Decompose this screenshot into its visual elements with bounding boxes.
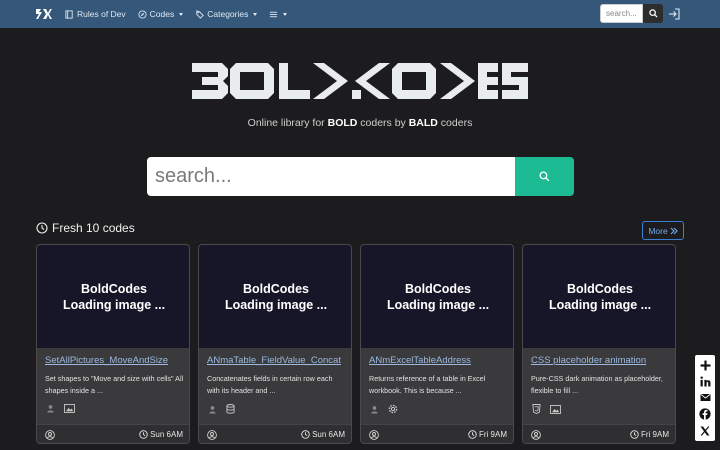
card-footer: Fri 9AM — [361, 424, 513, 443]
tagline-prefix: Online library for — [247, 117, 328, 129]
card-image-line2: Loading image ... — [386, 297, 490, 312]
card-timestamp: Fri 9AM — [630, 430, 669, 439]
card-title-link[interactable]: SetAllPictures_MoveAndSize — [45, 355, 185, 366]
linkedin-icon[interactable] — [698, 375, 712, 389]
card-description: Returns reference of a table in Excel wo… — [369, 374, 486, 395]
card-title-link[interactable]: ANmExcelTableAddress — [369, 355, 509, 366]
image-icon — [64, 404, 75, 413]
nav-search-button[interactable] — [643, 4, 663, 23]
clock-icon — [468, 430, 477, 439]
tagline: Online library for BOLD coders by BALD c… — [0, 117, 720, 129]
nav-more-menu[interactable] — [269, 10, 288, 19]
card-image-line1: BoldCodes — [405, 281, 471, 296]
nav-categories[interactable]: Categories — [195, 9, 258, 19]
sign-in-icon[interactable] — [668, 8, 680, 20]
card-time-text: Sun 6AM — [312, 430, 345, 439]
share-bar — [695, 355, 715, 441]
card-tags — [532, 404, 561, 414]
card-timestamp: Fri 9AM — [468, 430, 507, 439]
top-navbar: Rules of Dev Codes Categories — [0, 0, 720, 28]
chevron-down-icon — [283, 12, 288, 16]
hero-search-input[interactable] — [147, 157, 515, 196]
tagline-mid: coders by — [357, 117, 409, 129]
image-icon — [550, 404, 561, 414]
email-icon[interactable] — [698, 391, 712, 405]
tagline-bold-2: BALD — [408, 117, 438, 129]
plus-icon[interactable] — [698, 358, 712, 372]
book-icon — [65, 9, 73, 19]
card-tags — [46, 404, 75, 413]
more-label: More — [648, 225, 668, 236]
card-image-placeholder[interactable]: BoldCodes Loading image ... — [199, 245, 351, 348]
tagline-bold-1: BOLD — [327, 117, 358, 129]
card-image-placeholder[interactable]: BoldCodes Loading image ... — [361, 245, 513, 348]
search-icon — [648, 9, 658, 18]
card-time-text: Fri 9AM — [641, 430, 669, 439]
section-title-text: Fresh 10 codes — [52, 221, 135, 235]
code-card[interactable]: BoldCodes Loading image ... ANmExcelTabl… — [360, 244, 514, 444]
chevron-down-icon — [179, 12, 184, 16]
card-image-line2: Loading image ... — [548, 297, 652, 312]
user-icon — [47, 405, 54, 413]
more-button[interactable]: More — [642, 221, 684, 240]
compass-icon — [138, 9, 147, 19]
facebook-icon[interactable] — [698, 407, 712, 421]
card-time-text: Sun 6AM — [150, 430, 183, 439]
clock-icon — [630, 430, 639, 439]
brand-logo-icon[interactable] — [36, 9, 52, 19]
card-image-placeholder[interactable]: BoldCodes Loading image ... — [523, 245, 675, 348]
card-tags — [208, 404, 235, 414]
x-icon[interactable] — [698, 424, 712, 438]
card-image-placeholder[interactable]: BoldCodes Loading image ... — [37, 245, 189, 348]
hamburger-icon — [270, 11, 278, 17]
code-card[interactable]: BoldCodes Loading image ... SetAllPictur… — [36, 244, 190, 444]
card-time-text: Fri 9AM — [479, 430, 507, 439]
chevron-down-icon — [253, 12, 258, 16]
nav-rules-label: Rules of Dev — [77, 9, 126, 19]
nav-categories-label: Categories — [207, 9, 249, 19]
nav-codes[interactable]: Codes — [138, 9, 184, 19]
bold-codes-logo — [192, 63, 528, 99]
nav-search-input[interactable] — [600, 4, 643, 23]
double-chevron-right-icon — [670, 227, 678, 234]
search-icon — [539, 171, 550, 182]
card-timestamp: Sun 6AM — [139, 430, 183, 439]
card-footer: Fri 9AM — [523, 424, 675, 443]
user-icon — [371, 405, 378, 414]
card-title-link[interactable]: ANmaTable_FieldValue_Concat — [207, 355, 347, 366]
card-image-line2: Loading image ... — [62, 297, 166, 312]
nav-codes-label: Codes — [149, 9, 175, 19]
card-description: Set shapes to "Move and size with cells"… — [45, 374, 184, 395]
card-image-line2: Loading image ... — [224, 297, 328, 312]
nav-rules-of-dev[interactable]: Rules of Dev — [65, 9, 126, 19]
card-description: Pure-CSS dark animation as placeholder, … — [531, 374, 663, 395]
code-card[interactable]: BoldCodes Loading image ... ANmaTable_Fi… — [198, 244, 352, 444]
card-image-line1: BoldCodes — [567, 281, 633, 296]
clock-icon — [36, 222, 48, 234]
css3-icon — [532, 404, 541, 414]
clock-icon — [301, 430, 310, 439]
card-timestamp: Sun 6AM — [301, 430, 345, 439]
avatar-icon[interactable] — [207, 430, 217, 440]
tags-icon — [196, 9, 204, 19]
card-title-link[interactable]: CSS placeholder animation — [531, 355, 671, 366]
card-tags — [370, 404, 398, 414]
card-image-line1: BoldCodes — [81, 281, 147, 296]
code-card[interactable]: BoldCodes Loading image ... CSS placehol… — [522, 244, 676, 444]
card-footer: Sun 6AM — [37, 424, 189, 443]
tagline-suffix: coders — [437, 117, 473, 129]
avatar-icon[interactable] — [531, 430, 541, 440]
clock-icon — [139, 430, 148, 439]
card-description: Concatenates fields in certain row each … — [207, 374, 333, 395]
hero-search-button[interactable] — [515, 157, 574, 196]
section-title: Fresh 10 codes — [36, 221, 135, 235]
card-footer: Sun 6AM — [199, 424, 351, 443]
card-image-line1: BoldCodes — [243, 281, 309, 296]
avatar-icon[interactable] — [369, 430, 379, 440]
gear-icon — [388, 404, 398, 414]
avatar-icon[interactable] — [45, 430, 55, 440]
database-icon — [226, 404, 235, 414]
user-icon — [209, 405, 216, 414]
